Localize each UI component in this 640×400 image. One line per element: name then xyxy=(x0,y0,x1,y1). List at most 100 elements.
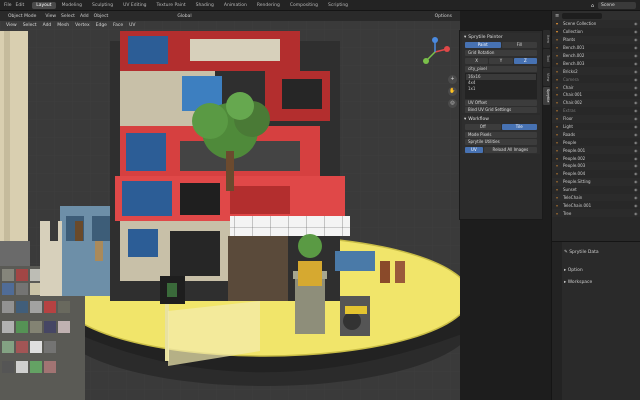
tile-grid-list[interactable]: 16x16 4x4 1x1 xyxy=(465,73,537,99)
sub-select[interactable]: Select xyxy=(23,23,37,28)
outliner-row[interactable]: ▾ Collection ◉ xyxy=(552,28,640,36)
axis-x-button[interactable]: X xyxy=(465,58,489,64)
outliner-row[interactable]: ▿ TeleChain.001 ◉ xyxy=(552,201,640,209)
outliner-row[interactable]: ▿ Tree ◉ xyxy=(552,209,640,218)
sub-edge[interactable]: Edge xyxy=(96,23,107,28)
visibility-icon[interactable]: ◉ xyxy=(634,45,640,50)
visibility-icon[interactable]: ◉ xyxy=(634,77,640,82)
tab-sprytile[interactable]: Sprytile xyxy=(543,87,550,105)
tab-view[interactable]: View xyxy=(543,68,550,86)
3d-viewport[interactable]: Object Mode View Select Add Object Globa… xyxy=(0,11,460,400)
visibility-icon[interactable]: ◉ xyxy=(634,195,640,200)
zoom-icon[interactable]: + xyxy=(448,75,457,84)
option-row[interactable]: ▸ Option xyxy=(564,268,583,273)
outliner-row[interactable]: ▿ Plants ◉ xyxy=(552,35,640,44)
workflow-header[interactable]: ▾ Workflow xyxy=(462,115,540,123)
outliner-row[interactable]: ▿ People.002 ◉ xyxy=(552,154,640,162)
tab-rendering[interactable]: Rendering xyxy=(253,2,284,9)
outliner-row[interactable]: ▾ Scene Collection ◉ xyxy=(552,20,640,28)
workflow-tile-button[interactable]: Tile xyxy=(501,124,537,130)
menu-file[interactable]: File xyxy=(4,3,12,8)
sprytile-data-header[interactable]: ✎ Sprytile Data xyxy=(564,250,599,255)
outliner-row[interactable]: ▿ Light ◉ xyxy=(552,123,640,131)
visibility-icon[interactable]: ◉ xyxy=(634,124,640,129)
outliner-row[interactable]: ▿ People.Sitting ◉ xyxy=(552,177,640,186)
outliner-row[interactable]: ▿ People.001 ◉ xyxy=(552,146,640,155)
menu-edit[interactable]: Edit xyxy=(16,3,25,8)
sub-uv[interactable]: UV xyxy=(129,23,135,28)
outliner-row[interactable]: ▿ Bench.003 ◉ xyxy=(552,59,640,67)
tab-scripting[interactable]: Scripting xyxy=(324,2,352,9)
visibility-icon[interactable]: ◉ xyxy=(634,37,640,42)
visibility-icon[interactable]: ◉ xyxy=(634,211,640,216)
visibility-icon[interactable]: ◉ xyxy=(634,187,640,192)
visibility-icon[interactable]: ◉ xyxy=(634,29,640,34)
outliner-row[interactable]: ▿ Chair ◉ xyxy=(552,83,640,92)
camera-icon[interactable]: ◎ xyxy=(448,99,457,108)
outliner-row[interactable]: ▿ Bench.002 ◉ xyxy=(552,51,640,60)
sub-mesh[interactable]: Mesh xyxy=(57,23,69,28)
mode-pixels-field[interactable]: Mode Pixels xyxy=(465,132,537,138)
visibility-icon[interactable]: ◉ xyxy=(634,171,640,176)
list-item[interactable]: 1x1 xyxy=(466,86,536,92)
outliner-search-input[interactable] xyxy=(562,12,603,19)
visibility-icon[interactable]: ◉ xyxy=(634,132,640,137)
mode-dropdown[interactable]: Object Mode xyxy=(4,12,41,20)
bind-uv-field[interactable]: Bind UV Grid Settings xyxy=(465,107,537,113)
tab-shading[interactable]: Shading xyxy=(192,2,218,9)
sprytile-utilities-field[interactable]: Sprytile Utilities xyxy=(465,139,537,145)
pan-icon[interactable]: ✋ xyxy=(448,87,457,96)
transform-orientation[interactable]: Global xyxy=(173,12,196,20)
tab-uv-editing[interactable]: UV Editing xyxy=(119,2,150,9)
options-dropdown[interactable]: Options xyxy=(430,12,456,20)
tab-texture-paint[interactable]: Texture Paint xyxy=(153,2,190,9)
outliner-row[interactable]: ▿ Camera ◉ xyxy=(552,75,640,83)
outliner-row[interactable]: ▿ Floor ◉ xyxy=(552,114,640,123)
visibility-icon[interactable]: ◉ xyxy=(634,100,640,105)
axis-z-button[interactable]: Z xyxy=(513,58,537,64)
axis-y-button[interactable]: Y xyxy=(489,58,513,64)
reload-images-button[interactable]: Reload All Images xyxy=(483,147,537,153)
scene-field[interactable]: Scene xyxy=(598,2,636,9)
view-menu[interactable]: View xyxy=(45,14,56,19)
sub-view[interactable]: View xyxy=(6,23,17,28)
outliner-row[interactable]: ▿ People.003 ◉ xyxy=(552,162,640,170)
tab-compositing[interactable]: Compositing xyxy=(286,2,322,9)
tab-sculpting[interactable]: Sculpting xyxy=(88,2,117,9)
outliner-row[interactable]: ▿ Chair.002 ◉ xyxy=(552,98,640,107)
outliner-row[interactable]: ▿ Bricks2 ◉ xyxy=(552,67,640,76)
visibility-icon[interactable]: ◉ xyxy=(634,148,640,153)
tab-animation[interactable]: Animation xyxy=(220,2,251,9)
outliner-row[interactable]: ▿ Bench.001 ◉ xyxy=(552,44,640,52)
object-menu[interactable]: Object xyxy=(94,14,109,19)
workspace-row[interactable]: ▸ Workspace xyxy=(564,280,592,285)
visibility-icon[interactable]: ◉ xyxy=(634,108,640,113)
sub-face[interactable]: Face xyxy=(113,23,123,28)
filter-icon[interactable]: ≡ xyxy=(555,13,559,19)
tab-tool[interactable]: Tool xyxy=(543,49,550,67)
uv-button[interactable]: UV xyxy=(465,147,483,153)
visibility-icon[interactable]: ◉ xyxy=(634,53,640,58)
outliner-row[interactable]: ▿ Chair.001 ◉ xyxy=(552,91,640,99)
sub-add[interactable]: Add xyxy=(43,23,52,28)
outliner-row[interactable]: ▿ People ◉ xyxy=(552,138,640,146)
tab-modeling[interactable]: Modeling xyxy=(58,2,86,9)
visibility-icon[interactable]: ◉ xyxy=(634,21,640,26)
add-menu[interactable]: Add xyxy=(80,14,89,19)
visibility-icon[interactable]: ◉ xyxy=(634,92,640,97)
navigation-gizmo[interactable] xyxy=(420,37,450,67)
paint-button[interactable]: Paint xyxy=(465,42,501,48)
visibility-icon[interactable]: ◉ xyxy=(634,69,640,74)
outliner-row[interactable]: ▿ Sunset ◉ xyxy=(552,186,640,194)
visibility-icon[interactable]: ◉ xyxy=(634,85,640,90)
visibility-icon[interactable]: ◉ xyxy=(634,116,640,121)
workflow-off-button[interactable]: Off xyxy=(465,124,501,130)
sub-vertex[interactable]: Vertex xyxy=(75,23,89,28)
select-menu[interactable]: Select xyxy=(61,14,75,19)
visibility-icon[interactable]: ◉ xyxy=(634,163,640,168)
grid-rotation-field[interactable]: Grid Rotation xyxy=(465,50,537,56)
outliner-row[interactable]: ▿ Roads ◉ xyxy=(552,130,640,139)
tab-item[interactable]: Item xyxy=(543,30,550,48)
fill-button[interactable]: Fill xyxy=(501,42,537,48)
uv-offset-field[interactable]: UV Offset xyxy=(465,100,537,106)
